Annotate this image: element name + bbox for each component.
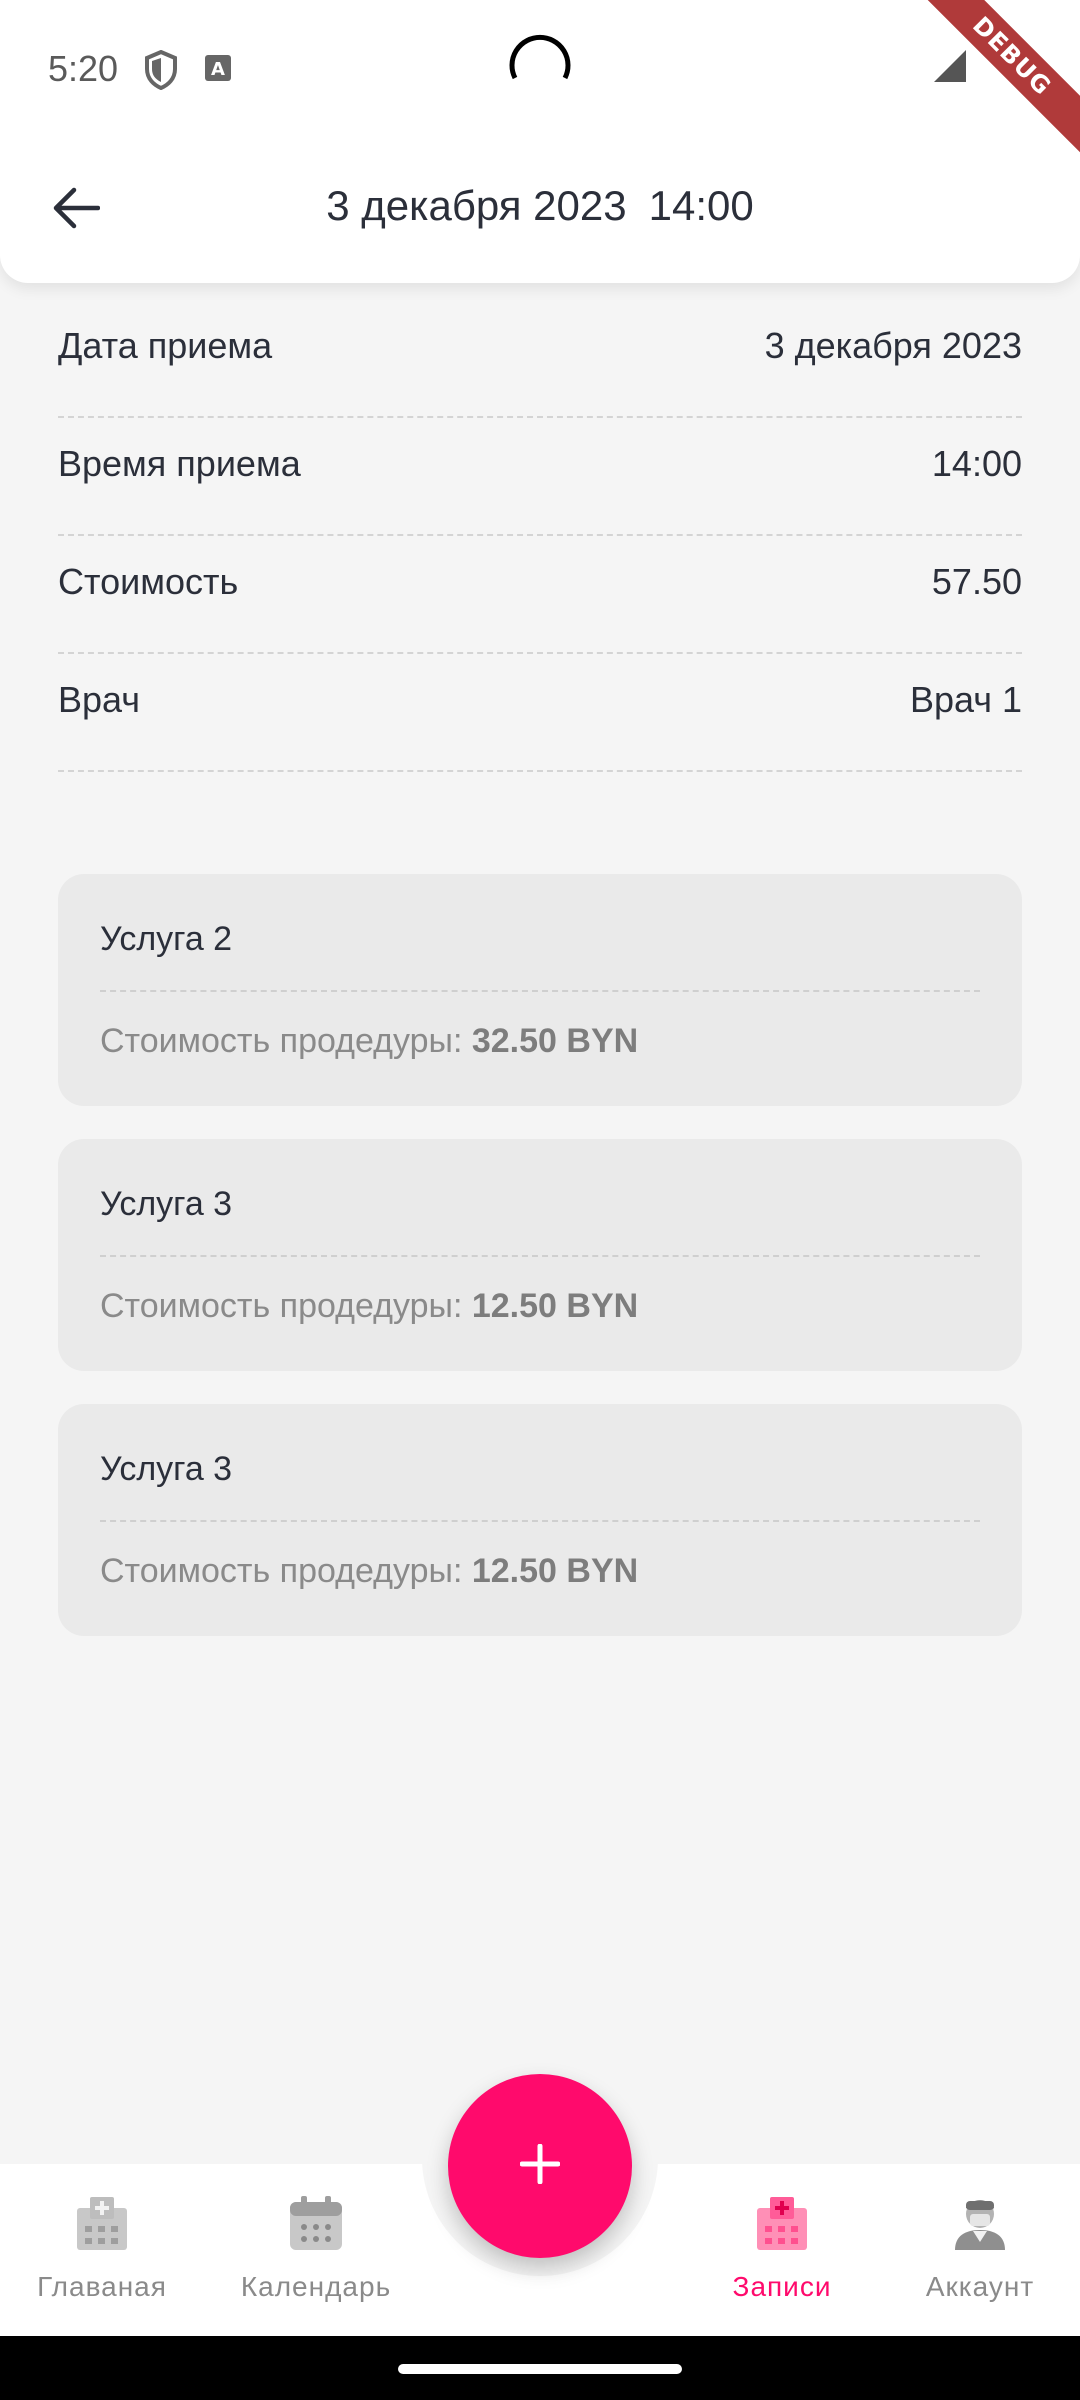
service-price-row: Стоимость продедуры: 12.50 BYN (100, 1552, 638, 1591)
detail-label: Врач (58, 679, 141, 720)
service-name: Услуга 3 (100, 1450, 233, 1488)
divider (100, 990, 980, 992)
nav-label: Главаная (37, 2271, 167, 2302)
divider (100, 1520, 980, 1522)
app-bar: 3 декабря 2023 14:00 (0, 140, 1080, 283)
detail-label: Дата приема (58, 325, 273, 366)
service-price-label: Стоимость продедуры: (100, 1022, 463, 1060)
service-price-label: Стоимость продедуры: (100, 1287, 463, 1325)
service-price: 32.50 BYN (471, 1022, 639, 1060)
svg-text:A: A (211, 59, 225, 80)
nav-item-records[interactable]: Записи (677, 2194, 887, 2314)
nav-label: Календарь (240, 2271, 392, 2302)
service-list: Услуга 2 Стоимость продедуры: 32.50 BYN … (58, 874, 1022, 1669)
camera-cutout (505, 32, 575, 107)
service-price: 12.50 BYN (471, 1552, 639, 1590)
service-price-row: Стоимость продедуры: 12.50 BYN (100, 1287, 638, 1326)
detail-row-cost: Стоимость 57.50 (58, 536, 1022, 654)
service-name: Услуга 2 (100, 920, 233, 958)
detail-label: Стоимость (58, 561, 239, 602)
shield-icon (144, 49, 178, 95)
service-name: Услуга 3 (100, 1185, 233, 1223)
gesture-handle[interactable] (398, 2364, 682, 2374)
service-card[interactable]: Услуга 2 Стоимость продедуры: 32.50 BYN (58, 874, 1022, 1106)
detail-row-time: Время приема 14:00 (58, 418, 1022, 536)
nav-item-calendar[interactable]: Календарь (211, 2194, 421, 2314)
doctor-icon (875, 2194, 1080, 2257)
appointment-details: Дата приема 3 декабря 2023 Время приема … (58, 300, 1022, 772)
service-price: 12.50 BYN (471, 1287, 639, 1325)
service-price-row: Стоимость продедуры: 32.50 BYN (100, 1022, 638, 1061)
detail-row-date: Дата приема 3 декабря 2023 (58, 300, 1022, 418)
nav-item-account[interactable]: Аккаунт (875, 2194, 1080, 2314)
keyboard-a-icon: A (204, 54, 232, 87)
service-card[interactable]: Услуга 3 Стоимость продедуры: 12.50 BYN (58, 1404, 1022, 1636)
nav-label: Записи (732, 2271, 832, 2302)
nav-label: Аккаунт (925, 2271, 1035, 2302)
detail-value: 57.50 (931, 561, 1022, 602)
detail-value: 3 декабря 2023 (764, 325, 1022, 366)
status-time: 5:20 (48, 48, 119, 89)
clinic-records-icon (677, 2194, 887, 2257)
debug-banner: DEBUG (920, 0, 1080, 160)
detail-value: Врач 1 (909, 679, 1022, 720)
page-title-date: 3 декабря 2023 (326, 182, 627, 229)
add-appointment-button[interactable] (448, 2074, 632, 2258)
hospital-icon (0, 2194, 207, 2257)
calendar-icon (211, 2194, 421, 2257)
status-bar: 5:20 A (0, 0, 1080, 140)
divider (100, 1255, 980, 1257)
page-title-time: 14:00 (648, 182, 754, 229)
detail-label: Время приема (58, 443, 301, 484)
debug-label: DEBUG (920, 0, 1080, 155)
service-card[interactable]: Услуга 3 Стоимость продедуры: 12.50 BYN (58, 1139, 1022, 1371)
plus-icon (519, 2143, 561, 2189)
detail-value: 14:00 (931, 443, 1022, 484)
page-title: 3 декабря 2023 14:00 (0, 182, 1080, 230)
service-price-label: Стоимость продедуры: (100, 1552, 463, 1590)
detail-row-doctor: Врач Врач 1 (58, 654, 1022, 772)
nav-item-home[interactable]: Главаная (0, 2194, 207, 2314)
